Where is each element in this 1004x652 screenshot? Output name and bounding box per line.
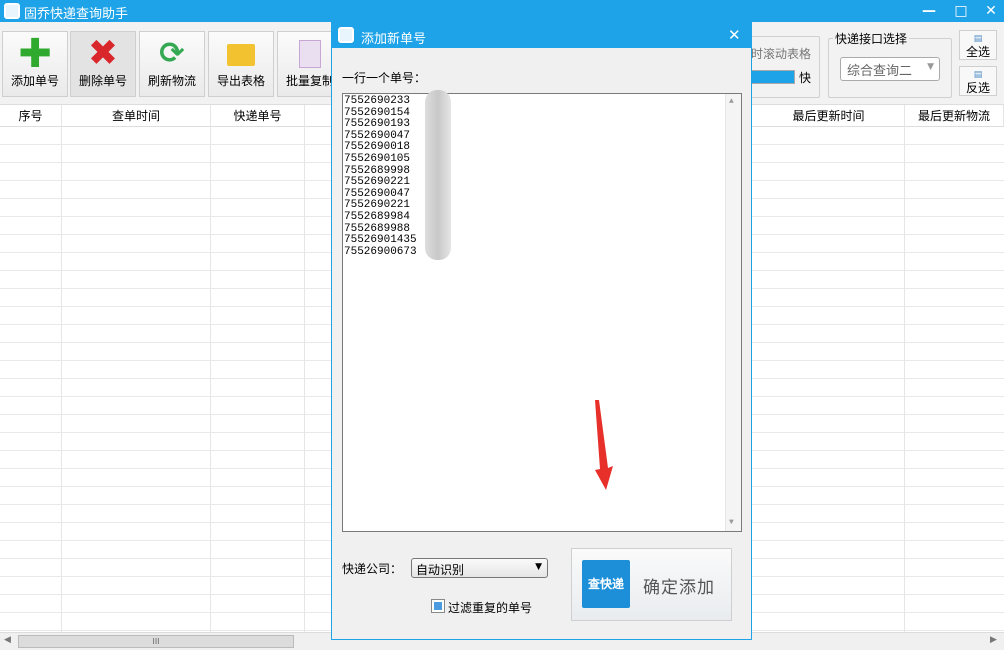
company-select-value: 自动识别: [416, 563, 465, 577]
api-select-value: 综合查询二: [847, 64, 913, 79]
chevron-down-icon: ▼: [927, 62, 934, 72]
scroll-down-icon[interactable]: ▼: [729, 517, 734, 529]
filter-duplicates-checkbox[interactable]: [431, 599, 445, 613]
select-all-button[interactable]: ▤ 全选: [959, 30, 997, 60]
dialog-app-icon: [338, 27, 354, 43]
select-all-label: 全选: [965, 45, 990, 59]
api-group-label: 快递接口选择: [833, 30, 910, 47]
folder-export-icon: [224, 38, 258, 70]
filter-duplicates-label: 过滤重复的单号: [448, 601, 533, 615]
scrollbar-thumb[interactable]: III: [18, 635, 294, 648]
refresh-logistics-button[interactable]: ⟳ 刷新物流: [139, 31, 205, 97]
dialog-header: 添加新单号 ✕: [332, 23, 751, 48]
maximize-button[interactable]: □: [946, 0, 976, 22]
delete-x-icon: ✖: [87, 33, 119, 74]
column-tracking-number[interactable]: 快递单号: [211, 105, 305, 127]
column-last-update-time[interactable]: 最后更新时间: [753, 105, 905, 127]
privacy-blur: [425, 90, 451, 260]
title-bar: 固乔快递查询助手 — □ ✕: [0, 0, 1004, 22]
column-last-update-logistics[interactable]: 最后更新物流: [905, 105, 1004, 127]
scroll-label: 时滚动表格: [751, 47, 812, 61]
add-number-dialog: 添加新单号 ✕ 一行一个单号： 7552690233 7552690154 7552…: [331, 22, 752, 640]
search-express-logo: 查快递: [582, 560, 630, 608]
confirm-add-label: 确定添加: [643, 578, 715, 598]
column-divider: [904, 105, 905, 632]
speed-slider[interactable]: [751, 70, 795, 84]
refresh-icon: ⟳: [159, 36, 185, 71]
close-button[interactable]: ✕: [976, 0, 1004, 22]
red-arrow-annotation: [595, 400, 613, 490]
tracking-number-line: 7552689984: [344, 210, 411, 223]
tracking-number-line: 7552690233: [344, 95, 411, 107]
chevron-down-icon: ▼: [535, 562, 542, 572]
plus-icon: ✚: [18, 31, 52, 77]
checkbox-fill: [434, 602, 442, 610]
tracking-number-line: 75526900673: [344, 245, 417, 258]
tracking-numbers-textarea[interactable]: 7552690233 7552690154 7552690193 7552690047…: [342, 90, 742, 532]
column-divider: [210, 105, 211, 632]
scroll-right-icon[interactable]: ▶: [990, 635, 997, 645]
export-table-button[interactable]: 导出表格: [208, 31, 274, 97]
minimize-button[interactable]: —: [914, 0, 944, 22]
scroll-up-icon[interactable]: ▲: [729, 96, 734, 108]
tracking-number-line: 75526901435: [344, 234, 417, 247]
api-select[interactable]: 综合查询二 ▼: [840, 57, 940, 81]
logo-text: 查快递: [587, 577, 624, 591]
button-label: 删除单号: [78, 74, 127, 88]
confirm-add-button[interactable]: 查快递 确定添加: [571, 548, 732, 621]
instruction-label: 一行一个单号：: [342, 71, 427, 85]
speed-label: 快: [799, 71, 812, 85]
api-group: 快递接口选择 综合查询二 ▼: [828, 30, 952, 98]
column-divider: [304, 105, 305, 632]
column-index[interactable]: 序号: [0, 105, 62, 127]
app-icon: [4, 3, 20, 19]
add-number-button[interactable]: ✚ 添加单号: [2, 31, 68, 97]
invert-select-button[interactable]: ▤ 反选: [959, 66, 997, 96]
tracking-number-line: 7552690105: [344, 152, 411, 165]
column-divider: [61, 105, 62, 632]
button-label: 添加单号: [10, 74, 59, 88]
textarea-scrollbar[interactable]: ▲ ▼: [725, 94, 741, 531]
delete-number-button[interactable]: ✖ 删除单号: [70, 31, 136, 97]
button-label: 刷新物流: [147, 74, 196, 88]
company-label: 快递公司：: [342, 562, 403, 576]
company-select[interactable]: 自动识别 ▼: [411, 558, 548, 578]
button-label: 导出表格: [216, 74, 265, 88]
dialog-close-button[interactable]: ✕: [728, 26, 741, 44]
invert-select-label: 反选: [965, 81, 990, 95]
tracking-numbers-list: 7552690233 7552690154 7552690193 7552690047…: [344, 95, 741, 258]
column-query-time[interactable]: 查单时间: [62, 105, 211, 127]
window-title: 固乔快递查询助手: [24, 7, 129, 22]
scroll-left-icon[interactable]: ◀: [4, 635, 11, 645]
dialog-title: 添加新单号: [361, 32, 427, 47]
scroll-group: 时滚动表格 快: [740, 36, 820, 98]
copy-icon: [293, 38, 327, 70]
tracking-number-line: 7552690221: [344, 176, 411, 189]
button-label: 批量复制: [285, 74, 334, 88]
